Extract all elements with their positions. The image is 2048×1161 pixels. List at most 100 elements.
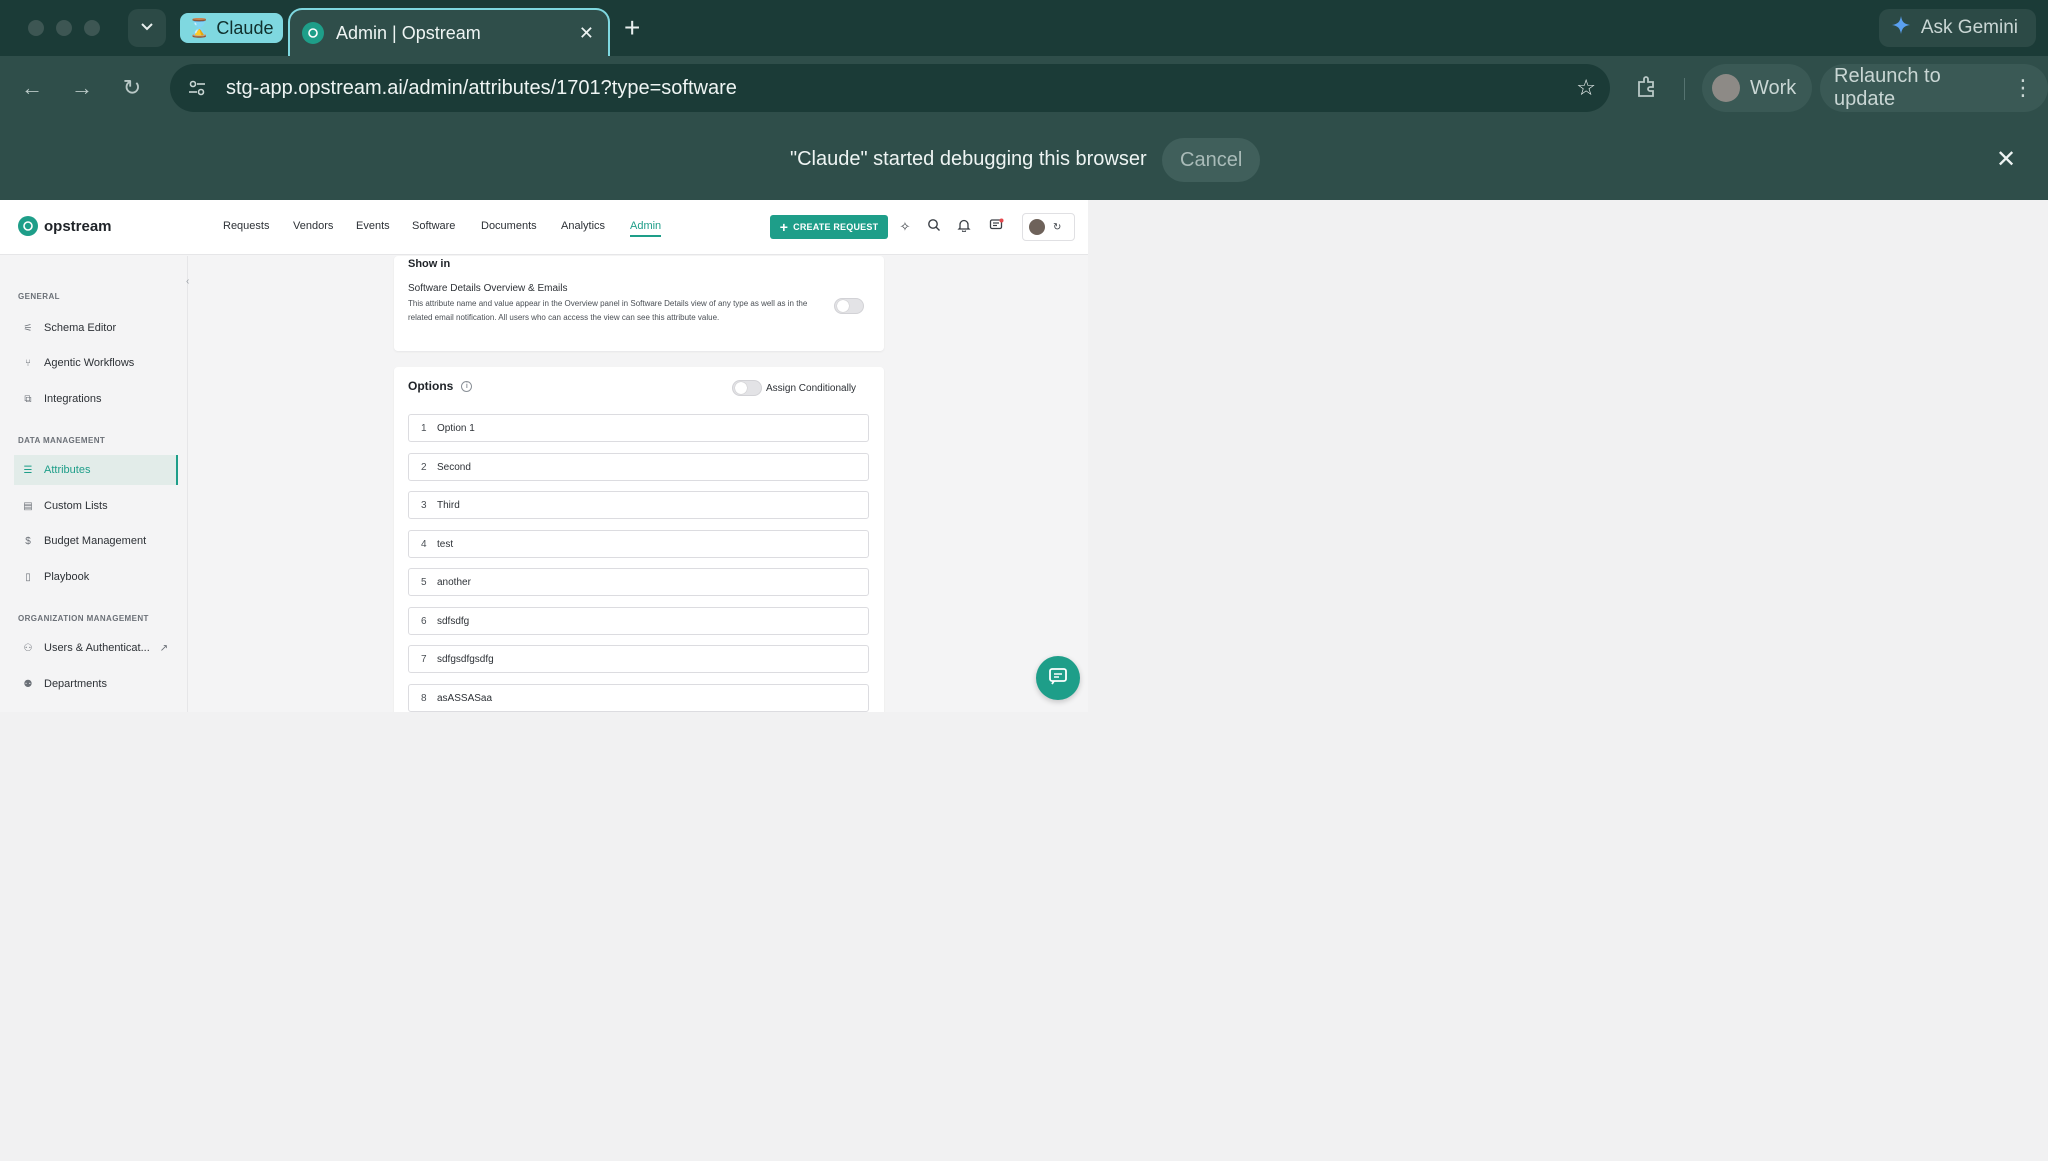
nav-events[interactable]: Events [356,220,390,232]
toolbar-divider [1684,78,1685,100]
workflow-branch-icon: ⑂ [25,357,31,369]
window-zoom-control[interactable] [84,20,100,36]
option-number: 7 [421,653,427,665]
cancel-debugging-button[interactable]: Cancel [1162,138,1261,182]
collapse-sidebar-icon[interactable]: ‹ [186,276,189,287]
bell-icon[interactable] [955,218,973,236]
window-close-control[interactable] [28,20,44,36]
create-request-label: CREATE REQUEST [793,222,879,232]
back-arrow-icon[interactable]: ← [20,76,44,100]
option-number: 8 [421,692,427,704]
app-header: opstream Requests Vendors Events Softwar… [0,200,1088,255]
sidebar-item-attributes[interactable]: ☰ Attributes [14,455,178,485]
chevron-down-icon [139,18,155,39]
tab-group-claude[interactable]: ⌛ Claude [180,13,284,43]
section-label-general: GENERAL [18,292,60,301]
url-text[interactable]: stg-app.opstream.ai/admin/attributes/170… [226,77,1560,100]
address-bar[interactable]: stg-app.opstream.ai/admin/attributes/170… [170,64,1610,112]
option-value: asASSASaa [437,692,493,704]
close-icon[interactable]: ✕ [579,23,594,44]
users-icon: ⚇ [23,642,33,654]
option-value: sdfsdfg [437,615,470,627]
show-in-description: This attribute name and value appear in … [408,299,808,322]
ai-sparkle-icon[interactable]: ✧ [896,218,914,236]
sidebar-item-users-authentication[interactable]: ⚇ Users & Authenticat... ↗ [14,633,178,663]
assign-conditionally-label: Assign Conditionally [766,382,857,394]
option-value: Second [437,461,471,473]
messages-icon[interactable] [987,218,1005,236]
nav-vendors[interactable]: Vendors [293,220,333,232]
sidebar-item-integrations[interactable]: ⧉ Integrations [14,384,178,414]
option-row[interactable]: 5 another [408,568,869,596]
sidebar-item-schema-editor[interactable]: ⚟ Schema Editor [14,313,178,343]
sidebar-item-custom-lists[interactable]: ▤ Custom Lists [14,491,178,521]
window-minimize-control[interactable] [56,20,72,36]
show-in-subtitle: Software Details Overview & Emails [408,283,568,294]
show-in-toggle[interactable] [834,298,864,314]
assign-conditionally-control[interactable]: Assign Conditionally [732,380,856,396]
opstream-favicon-icon [302,22,324,44]
profile-button[interactable]: Work [1702,64,1813,112]
sliders-icon: ⚟ [23,322,33,334]
options-title: Options [408,379,454,393]
show-in-title: Show in [408,258,451,270]
sidebar-item-label: Agentic Workflows [44,357,135,369]
avatar [1029,219,1045,235]
option-row[interactable]: 2 Second [408,453,869,481]
tab-admin-opstream[interactable]: Admin | Opstream ✕ [288,8,610,56]
option-row[interactable]: 4 test [408,530,869,558]
opstream-logo[interactable]: opstream [18,216,112,236]
option-number: 2 [421,461,427,473]
database-icon: ☰ [23,464,33,476]
sidebar-item-label: Custom Lists [44,500,108,512]
search-icon[interactable] [925,218,943,236]
option-value: sdfgsdfgsdfg [437,653,494,665]
close-icon[interactable]: ✕ [1996,148,2016,172]
plus-icon: + [779,219,789,235]
option-number: 1 [421,422,427,434]
reload-icon[interactable]: ↻ [120,76,144,100]
book-icon: ▯ [25,571,31,583]
option-number: 4 [421,538,427,550]
logo-text: opstream [44,217,112,235]
relaunch-button[interactable]: Relaunch to update ⋮ [1820,64,2048,112]
sidebar-item-label: Departments [44,678,107,690]
sidebar-item-label: Budget Management [44,535,147,547]
debugging-infobar: "Claude" started debugging this browser … [0,120,2048,200]
new-tab-button[interactable]: + [624,12,640,44]
extensions-puzzle-icon[interactable] [1634,74,1662,102]
user-menu[interactable]: ↻ [1022,213,1075,241]
ask-gemini-label: Ask Gemini [1920,17,2018,38]
nav-requests[interactable]: Requests [223,220,269,232]
bookmark-star-icon[interactable]: ☆ [1576,75,1596,101]
nav-admin[interactable]: Admin [630,220,662,237]
sidebar-item-playbook[interactable]: ▯ Playbook [14,562,178,592]
debugging-message: "Claude" started debugging this browser [790,148,1147,170]
create-request-button[interactable]: + CREATE REQUEST [770,215,888,239]
option-row[interactable]: 3 Third [408,491,869,519]
sidebar-item-budget-management[interactable]: $ Budget Management [14,526,178,556]
tab-search-button[interactable] [128,9,166,47]
more-vertical-icon[interactable]: ⋮ [2012,75,2034,101]
assign-conditionally-toggle[interactable] [732,380,762,396]
sidebar-item-departments[interactable]: ⚉ Departments [14,669,178,699]
info-icon[interactable]: i [461,380,473,392]
option-row[interactable]: 6 sdfsdfg [408,607,869,635]
browser-tab-bar: ⌛ Claude Admin | Opstream ✕ + Ask Gemini [0,0,2048,56]
option-row[interactable]: 7 sdfgsdfgsdfg [408,645,869,673]
nav-software[interactable]: Software [412,220,455,232]
site-info-icon[interactable] [184,75,210,101]
forward-arrow-icon[interactable]: → [70,76,94,100]
nav-analytics[interactable]: Analytics [561,220,605,232]
page-viewport: opstream Requests Vendors Events Softwar… [0,200,2048,1161]
option-row[interactable]: 8 asASSASaa [408,684,869,712]
chat-support-button[interactable] [1036,656,1080,700]
nav-documents[interactable]: Documents [481,220,537,232]
option-row[interactable]: 1 Option 1 [408,414,869,442]
tab-group-label: Claude [216,17,274,38]
department-icon: ⚉ [23,678,33,690]
show-in-card: Show in Software Details Overview & Emai… [394,256,884,351]
sidebar-item-label: Attributes [44,464,91,476]
ask-gemini-button[interactable]: Ask Gemini [1878,9,2036,47]
sidebar-item-agentic-workflows[interactable]: ⑂ Agentic Workflows [14,348,178,378]
